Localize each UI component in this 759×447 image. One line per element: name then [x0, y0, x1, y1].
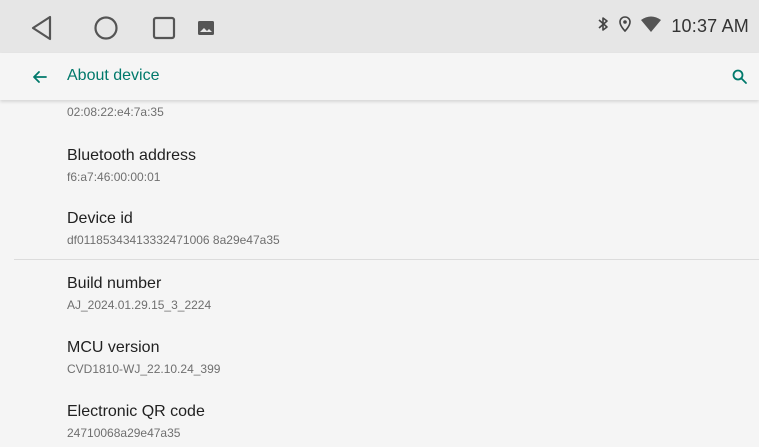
item-value: AJ_2024.01.29.15_3_2224: [67, 298, 212, 312]
back-triangle-icon[interactable]: [28, 14, 56, 42]
arrow-left-icon[interactable]: [30, 67, 50, 87]
location-icon: [619, 16, 632, 37]
system-bar: 10:37 AM: [0, 0, 759, 53]
about-device-list: 02:08:22:e4:7a:35 Bluetooth address f6:a…: [0, 100, 759, 447]
home-circle-icon[interactable]: [92, 14, 120, 42]
item-value: 24710068a29e47a35: [67, 426, 181, 440]
item-title: Build number: [67, 275, 162, 292]
gallery-icon[interactable]: [192, 14, 220, 42]
section-divider: [14, 259, 759, 260]
recents-square-icon[interactable]: [150, 14, 178, 42]
page-title: About device: [67, 67, 160, 84]
item-value: f6:a7:46:00:00:01: [67, 170, 161, 184]
list-item[interactable]: 02:08:22:e4:7a:35: [67, 104, 164, 120]
list-item-bluetooth-address[interactable]: Bluetooth address f6:a7:46:00:00:01: [67, 146, 196, 185]
clock: 10:37 AM: [671, 16, 749, 36]
status-icons: 10:37 AM: [597, 0, 749, 53]
list-item-mcu-version[interactable]: MCU version CVD1810-WJ_22.10.24_399: [67, 338, 220, 377]
list-item-build-number[interactable]: Build number AJ_2024.01.29.15_3_2224: [67, 274, 211, 313]
item-title: Device id: [67, 210, 133, 227]
item-value: df01185343413332471006 8a29e47a35: [67, 233, 280, 247]
item-title: Bluetooth address: [67, 147, 196, 164]
bluetooth-icon: [597, 16, 609, 37]
list-item-device-id[interactable]: Device id df01185343413332471006 8a29e47…: [67, 209, 280, 248]
list-item-electronic-qr-code[interactable]: Electronic QR code 24710068a29e47a35: [67, 402, 205, 441]
wifi-mac-value: 02:08:22:e4:7a:35: [67, 105, 164, 119]
search-icon[interactable]: [731, 68, 749, 86]
wifi-icon: [641, 16, 662, 37]
item-value: CVD1810-WJ_22.10.24_399: [67, 362, 221, 376]
app-bar: About device: [0, 53, 759, 100]
item-title: MCU version: [67, 339, 160, 356]
item-title: Electronic QR code: [67, 403, 205, 420]
